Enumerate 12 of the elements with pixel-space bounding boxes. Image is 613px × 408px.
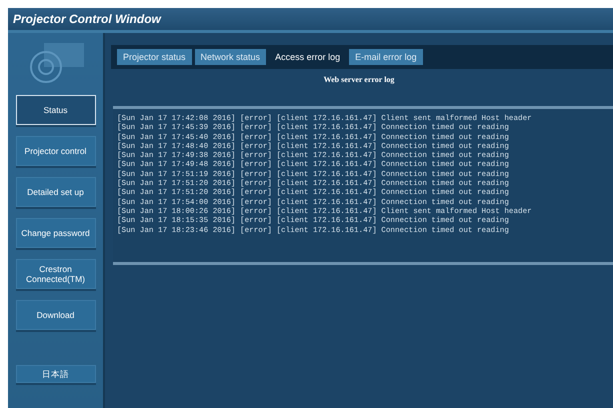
nav-button[interactable]: Download [16, 300, 96, 330]
nav-button[interactable]: Detailed set up [16, 177, 96, 207]
nav-button[interactable]: Crestron Connected(TM) [16, 259, 96, 289]
nav-button[interactable]: Change password [16, 218, 96, 248]
tab[interactable]: Network status [194, 49, 266, 65]
nav-button[interactable]: Projector control [16, 136, 96, 166]
tab[interactable]: E-mail error log [349, 49, 423, 65]
window-title: Projector Control Window [13, 12, 161, 26]
tab[interactable]: Projector status [117, 49, 192, 65]
nav-button[interactable]: Status [16, 95, 96, 125]
language-button[interactable]: 日本語 [16, 365, 96, 383]
log-title: Web server error log [322, 75, 396, 84]
